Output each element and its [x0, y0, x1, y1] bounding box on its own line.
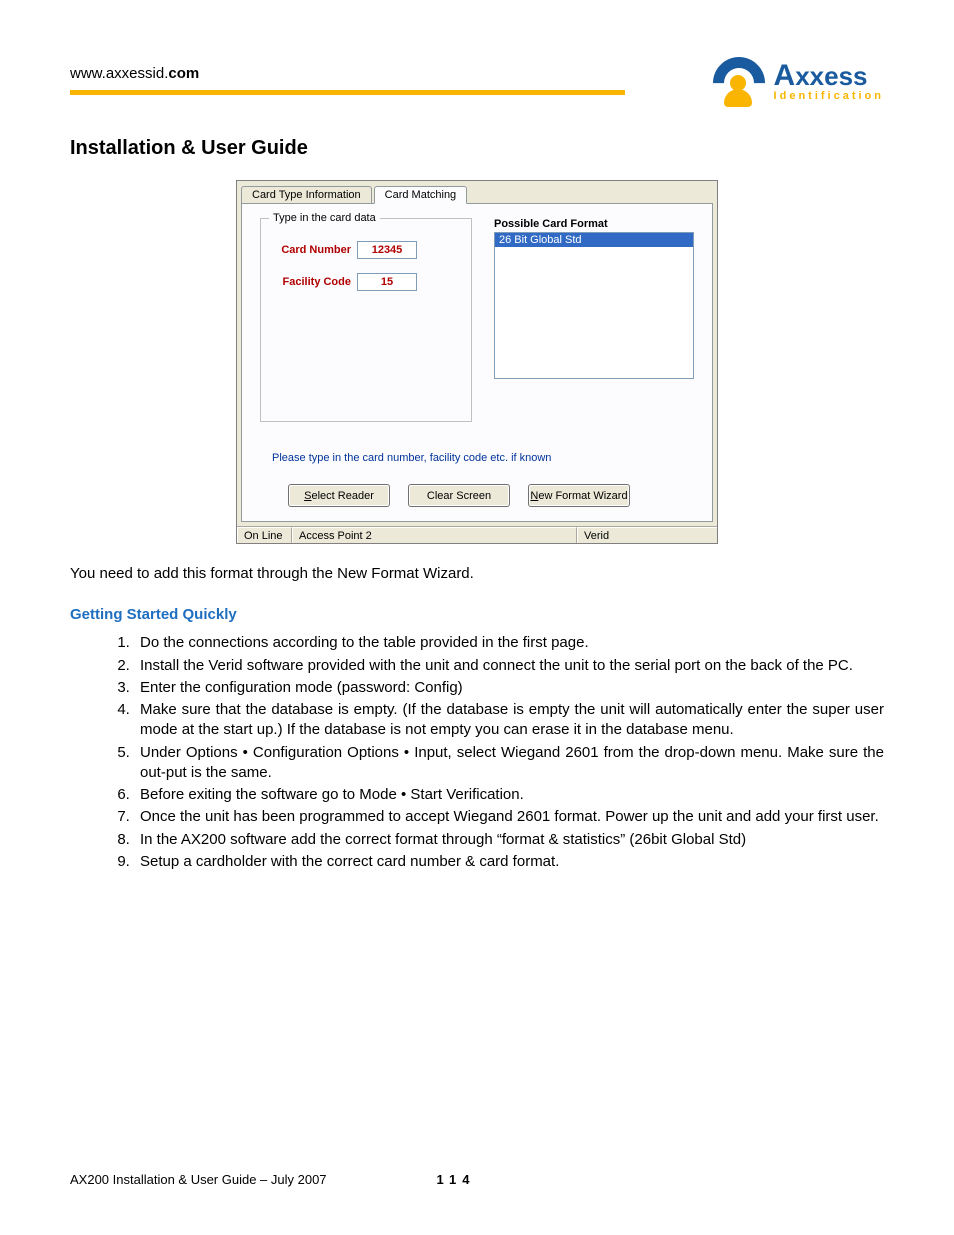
select-reader-button[interactable]: Select Reader	[288, 484, 390, 507]
list-item: Before exiting the software go to Mode •…	[134, 785, 884, 805]
card-number-input[interactable]	[357, 241, 417, 259]
list-item: In the AX200 software add the correct fo…	[134, 830, 884, 850]
card-number-label: Card Number	[271, 244, 351, 256]
list-item: Under Options • Configuration Options • …	[134, 743, 884, 784]
section-heading: Getting Started Quickly	[70, 606, 884, 623]
tab-card-matching[interactable]: Card Matching	[374, 186, 468, 204]
status-verid: Verid	[577, 527, 717, 543]
page-title: Installation & User Guide	[70, 137, 884, 160]
logo-wordmark: Axxess	[774, 61, 884, 91]
list-item: Do the connections according to the tabl…	[134, 633, 884, 653]
footer-text: AX200 Installation & User Guide – July 2…	[70, 1172, 327, 1187]
logo-icon	[710, 55, 768, 107]
list-item: Make sure that the database is empty. (I…	[134, 700, 884, 741]
list-item: Install the Verid software provided with…	[134, 656, 884, 676]
new-format-wizard-button[interactable]: New Format Wizard	[528, 484, 630, 507]
card-data-fieldset: Type in the card data Card Number Facili…	[260, 218, 472, 422]
tab-card-type-information[interactable]: Card Type Information	[241, 186, 372, 204]
list-item: Setup a cardholder with the correct card…	[134, 852, 884, 872]
status-access-point: Access Point 2	[292, 527, 577, 543]
status-bar: On Line Access Point 2 Verid	[237, 526, 717, 543]
list-item[interactable]: 26 Bit Global Std	[495, 233, 693, 247]
facility-code-input[interactable]	[357, 273, 417, 291]
status-online: On Line	[237, 527, 292, 543]
intro-paragraph: You need to add this format through the …	[70, 564, 884, 584]
possible-format-listbox[interactable]: 26 Bit Global Std	[494, 232, 694, 379]
list-item: Once the unit has been programmed to acc…	[134, 807, 884, 827]
header-rule	[70, 90, 625, 95]
site-url: www.axxessid.com	[70, 55, 625, 82]
clear-screen-button[interactable]: Clear Screen	[408, 484, 510, 507]
steps-list: Do the connections according to the tabl…	[134, 633, 884, 872]
fieldset-legend: Type in the card data	[269, 212, 380, 224]
possible-format-label: Possible Card Format	[494, 218, 608, 230]
page-number: 114	[437, 1172, 476, 1187]
logo-tagline: Identification	[774, 91, 884, 102]
card-format-dialog: Card Type Information Card Matching Type…	[236, 180, 718, 544]
hint-text: Please type in the card number, facility…	[272, 452, 694, 464]
brand-logo: Axxess Identification	[710, 55, 884, 107]
facility-code-label: Facility Code	[271, 276, 351, 288]
list-item: Enter the configuration mode (password: …	[134, 678, 884, 698]
